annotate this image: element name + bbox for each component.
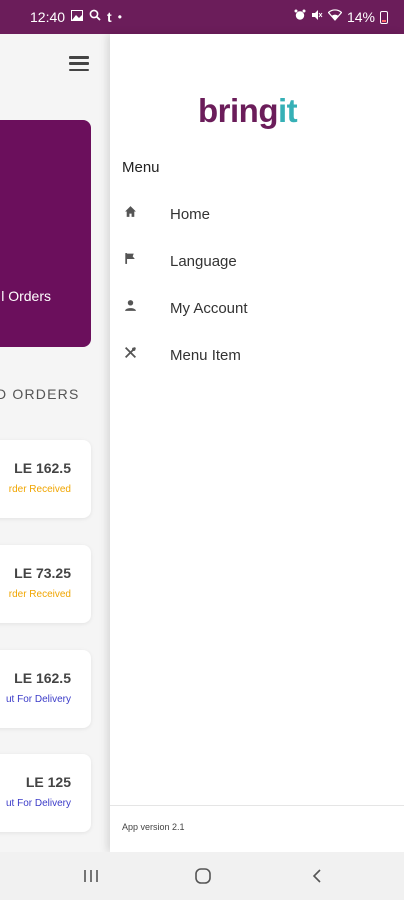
navigation-drawer: bringit Menu Home Language My Account Me… xyxy=(110,34,404,852)
search-icon xyxy=(89,9,101,25)
home-button[interactable] xyxy=(191,864,215,888)
order-card[interactable]: LE 125 ut For Delivery xyxy=(0,754,91,832)
back-icon xyxy=(312,869,321,883)
tumblr-icon: t xyxy=(107,9,112,25)
promo-card[interactable]: l Orders xyxy=(0,120,91,347)
menu-item-language[interactable]: Language xyxy=(110,242,404,282)
order-price: LE 162.5 xyxy=(14,670,71,686)
brand-logo: bringit xyxy=(198,92,298,130)
system-nav-bar xyxy=(0,852,404,900)
order-status: rder Received xyxy=(8,484,71,495)
status-right: 14% xyxy=(294,9,388,25)
home-circle-icon xyxy=(195,868,211,884)
menu-item-label: Home xyxy=(170,206,211,223)
menu-title: Menu xyxy=(122,159,160,176)
orders-heading: D ORDERS xyxy=(0,386,80,402)
order-card[interactable]: LE 73.25 rder Received xyxy=(0,545,91,623)
menu-item-home[interactable]: Home xyxy=(110,195,404,235)
menu-item-my-account[interactable]: My Account xyxy=(110,289,404,329)
utensils-icon xyxy=(122,346,138,362)
status-left: 12:40 t • xyxy=(30,9,122,25)
clock: 12:40 xyxy=(30,9,66,25)
order-status: ut For Delivery xyxy=(5,798,71,809)
battery-icon xyxy=(380,10,388,24)
gallery-icon xyxy=(71,9,84,25)
order-card[interactable]: LE 162.5 rder Received xyxy=(0,440,91,518)
order-price: LE 73.25 xyxy=(14,565,71,581)
back-button[interactable] xyxy=(305,864,329,888)
order-status: rder Received xyxy=(8,589,71,600)
menu-item-menu-item[interactable]: Menu Item xyxy=(110,336,404,376)
dot-icon: • xyxy=(117,10,122,24)
order-card[interactable]: LE 162.5 ut For Delivery xyxy=(0,650,91,728)
promo-label: l Orders xyxy=(1,288,51,304)
menu-item-label: Menu Item xyxy=(170,347,241,364)
flag-icon xyxy=(122,252,138,268)
background-page: l Orders D ORDERS LE 162.5 rder Received… xyxy=(0,34,110,852)
home-icon xyxy=(122,205,138,221)
battery-percent: 14% xyxy=(346,9,375,25)
drawer-footer: App version 2.1 xyxy=(110,805,404,852)
logo-it: it xyxy=(277,92,298,129)
menu-item-label: Language xyxy=(170,253,237,270)
status-bar: 12:40 t • 14% xyxy=(0,0,404,34)
logo-bring: bring xyxy=(198,92,278,129)
mute-icon xyxy=(311,9,323,25)
recent-apps-button[interactable] xyxy=(79,864,103,888)
menu-item-label: My Account xyxy=(170,300,248,317)
alarm-icon xyxy=(294,9,306,25)
order-price: LE 162.5 xyxy=(14,460,71,476)
wifi-icon xyxy=(327,9,343,25)
person-icon xyxy=(122,299,138,315)
recent-apps-icon xyxy=(84,870,98,882)
app-version: App version 2.1 xyxy=(122,822,185,832)
hamburger-menu-icon[interactable] xyxy=(69,56,89,72)
order-price: LE 125 xyxy=(25,774,71,790)
order-status: ut For Delivery xyxy=(5,694,71,705)
